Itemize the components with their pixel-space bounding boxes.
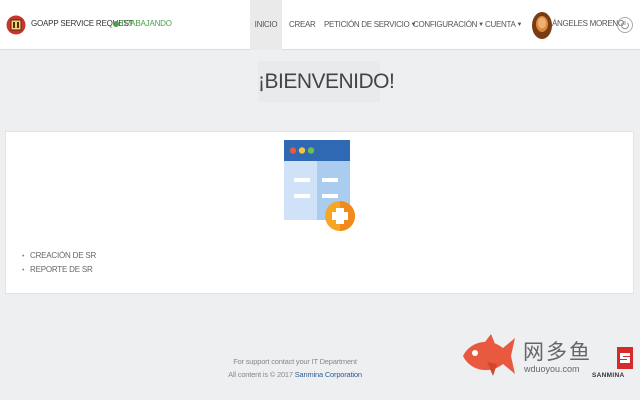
nav-peticion-servicio[interactable]: PETICIÓN DE SERVICIO▼: [324, 0, 416, 50]
footer: For support contact your IT Department A…: [170, 355, 420, 381]
watermark-site-name: 网多鱼: [523, 341, 592, 364]
nav-cuenta[interactable]: CUENTA▼: [485, 0, 523, 50]
welcome-banner: ¡BIENVENIDO!: [258, 61, 395, 102]
link-reporte-sr[interactable]: • REPORTE DE SR: [22, 263, 96, 277]
nav-peticion-label: PETICIÓN DE SERVICIO: [324, 20, 410, 30]
chevron-down-icon: ▼: [478, 22, 484, 28]
sanmina-brand-text: SANMINA: [592, 372, 625, 379]
goapp-logo-icon[interactable]: [6, 14, 26, 36]
nav-configuracion[interactable]: CONFIGURACIÓN▼: [413, 0, 484, 50]
bullet-icon: •: [22, 253, 25, 260]
nav-crear[interactable]: CREAR: [289, 0, 316, 50]
document-add-icon: [284, 140, 355, 231]
bullet-icon: •: [22, 267, 25, 274]
user-name[interactable]: ÁNGELES MORENO: [552, 19, 624, 28]
status-indicator-icon: [113, 21, 119, 27]
link-creacion-sr[interactable]: • CREACIÓN DE SR: [22, 249, 96, 263]
link-reporte-label: REPORTE DE SR: [30, 265, 93, 274]
support-text: For support contact your IT Department: [233, 357, 357, 366]
nav-crear-label: CREAR: [289, 20, 316, 29]
nav-cuenta-label: CUENTA: [485, 20, 516, 30]
power-icon[interactable]: [617, 17, 633, 33]
chevron-down-icon: ▼: [516, 22, 523, 28]
avatar[interactable]: [532, 12, 552, 39]
content-panel: • CREACIÓN DE SR • REPORTE DE SR: [5, 131, 634, 294]
welcome-title: ¡BIENVENIDO!: [258, 70, 395, 93]
fish-logo-icon: [463, 334, 515, 376]
nav-inicio[interactable]: INICIO: [250, 0, 282, 50]
status-text: TRABAJANDO: [120, 19, 172, 28]
copyright-text: All content is © 2017 Sanmina Corporatio…: [170, 368, 420, 381]
nav-inicio-label: INICIO: [254, 20, 278, 29]
copyright-company-link[interactable]: Sanmina Corporation: [295, 370, 362, 379]
link-creacion-label: CREACIÓN DE SR: [30, 251, 97, 260]
watermark-site-url: wduoyou.com: [524, 364, 580, 374]
sanmina-logo-icon: [617, 347, 633, 369]
top-navbar: GOAPP SERVICE REQUEST TRABAJANDO INICIO …: [0, 0, 640, 50]
sr-links-list: • CREACIÓN DE SR • REPORTE DE SR: [22, 249, 96, 277]
nav-configuracion-label: CONFIGURACIÓN: [413, 20, 478, 30]
copyright-prefix: All content is © 2017: [228, 370, 293, 379]
